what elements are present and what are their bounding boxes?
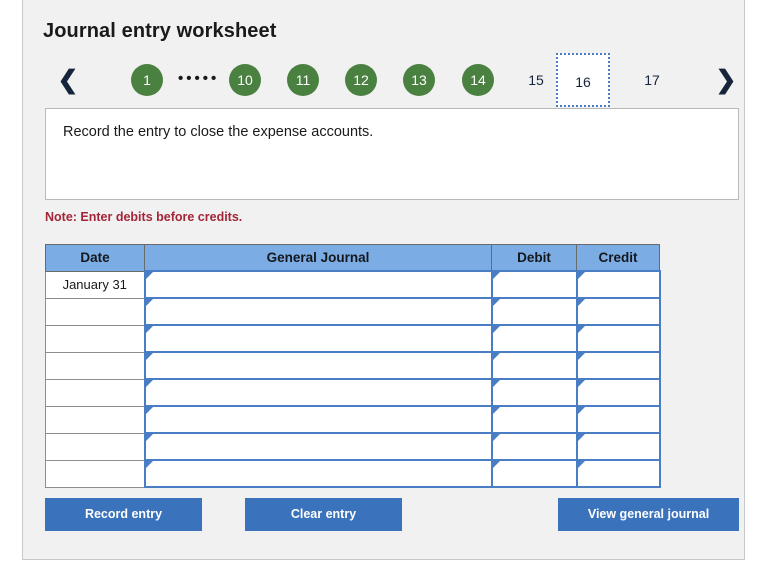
table-row — [46, 325, 660, 352]
credit-cell[interactable] — [577, 406, 660, 433]
page-step-12[interactable]: 12 — [345, 64, 377, 96]
table-row — [46, 433, 660, 460]
view-general-journal-button[interactable]: View general journal — [558, 498, 739, 531]
debit-cell[interactable] — [492, 352, 577, 379]
date-cell[interactable] — [46, 352, 145, 379]
credit-cell[interactable] — [577, 352, 660, 379]
table-row: January 31 — [46, 271, 660, 298]
debit-cell[interactable] — [492, 460, 577, 487]
table-row — [46, 406, 660, 433]
date-cell[interactable] — [46, 325, 145, 352]
journal-cell[interactable] — [145, 325, 492, 352]
page-step-14[interactable]: 14 — [462, 64, 494, 96]
journal-cell[interactable] — [145, 298, 492, 325]
clear-entry-button[interactable]: Clear entry — [245, 498, 402, 531]
date-cell[interactable] — [46, 433, 145, 460]
date-cell[interactable] — [46, 298, 145, 325]
pagination-ellipsis: ••••• — [178, 64, 232, 96]
debit-cell[interactable] — [492, 325, 577, 352]
journal-cell[interactable] — [145, 379, 492, 406]
column-header-debit: Debit — [492, 245, 577, 272]
column-header-date: Date — [46, 245, 145, 272]
credit-cell[interactable] — [577, 325, 660, 352]
page-step-11[interactable]: 11 — [287, 64, 319, 96]
record-entry-button[interactable]: Record entry — [45, 498, 202, 531]
date-cell[interactable] — [46, 406, 145, 433]
table-row — [46, 460, 660, 487]
table-row — [46, 379, 660, 406]
journal-cell[interactable] — [145, 433, 492, 460]
worksheet-panel: Journal entry worksheet ❮ 1 ••••• 10 11 … — [22, 0, 745, 560]
table-row — [46, 352, 660, 379]
table-header-row: Date General Journal Debit Credit — [46, 245, 660, 272]
journal-entry-table: Date General Journal Debit Credit Januar… — [45, 244, 661, 488]
journal-cell[interactable] — [145, 271, 492, 298]
journal-cell[interactable] — [145, 352, 492, 379]
date-cell[interactable]: January 31 — [46, 271, 145, 298]
date-cell[interactable] — [46, 379, 145, 406]
journal-cell[interactable] — [145, 460, 492, 487]
debit-cell[interactable] — [492, 271, 577, 298]
credit-cell[interactable] — [577, 379, 660, 406]
credit-cell[interactable] — [577, 298, 660, 325]
page-step-17[interactable]: 17 — [636, 64, 668, 96]
chevron-right-icon[interactable]: ❯ — [713, 59, 739, 101]
debit-cell[interactable] — [492, 433, 577, 460]
table-row — [46, 298, 660, 325]
pagination-bar: ❮ 1 ••••• 10 11 12 13 14 15 16 17 ❯ — [35, 59, 735, 101]
credit-cell[interactable] — [577, 460, 660, 487]
instruction-panel: Record the entry to close the expense ac… — [45, 108, 739, 200]
column-header-general-journal: General Journal — [145, 245, 492, 272]
page-step-13[interactable]: 13 — [403, 64, 435, 96]
page-title: Journal entry worksheet — [43, 20, 276, 43]
journal-cell[interactable] — [145, 406, 492, 433]
page-step-1[interactable]: 1 — [131, 64, 163, 96]
date-cell[interactable] — [46, 460, 145, 487]
page-step-15[interactable]: 15 — [520, 64, 552, 96]
page-step-10[interactable]: 10 — [229, 64, 261, 96]
chevron-left-icon[interactable]: ❮ — [55, 59, 81, 101]
debit-cell[interactable] — [492, 406, 577, 433]
note-text: Note: Enter debits before credits. — [45, 210, 242, 224]
page-step-16-current[interactable]: 16 — [556, 53, 610, 107]
instruction-text: Record the entry to close the expense ac… — [63, 124, 373, 140]
debit-cell[interactable] — [492, 298, 577, 325]
credit-cell[interactable] — [577, 433, 660, 460]
debit-cell[interactable] — [492, 379, 577, 406]
credit-cell[interactable] — [577, 271, 660, 298]
column-header-credit: Credit — [577, 245, 660, 272]
